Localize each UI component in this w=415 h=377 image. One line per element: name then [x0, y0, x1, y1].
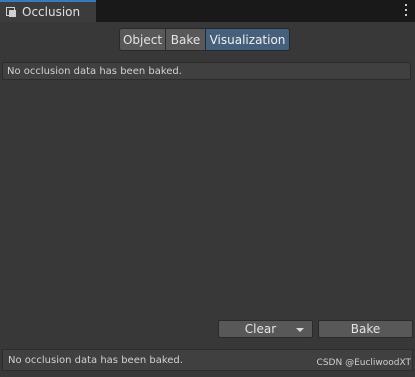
status-message: No occlusion data has been baked.: [8, 354, 183, 366]
help-message-text: No occlusion data has been baked.: [7, 65, 182, 77]
kebab-menu-icon[interactable]: [403, 2, 409, 18]
window-tab-occlusion[interactable]: Occlusion: [0, 0, 96, 22]
help-message-box: No occlusion data has been baked.: [2, 62, 411, 80]
occlusion-window-icon: [6, 7, 16, 17]
mode-toolbar: Object Bake Visualization: [119, 28, 290, 51]
tab-bake[interactable]: Bake: [165, 28, 205, 51]
caret-down-icon: [296, 328, 304, 332]
tab-visualization[interactable]: Visualization: [205, 28, 290, 51]
bake-button[interactable]: Bake: [318, 320, 413, 338]
window-titlebar: Occlusion: [0, 0, 415, 22]
clear-dropdown-button[interactable]: Clear: [218, 320, 313, 338]
tab-object[interactable]: Object: [119, 28, 165, 51]
window-tab-title: Occlusion: [22, 5, 81, 19]
watermark-text: CSDN @EucliwoodXT: [316, 358, 411, 368]
bake-button-label: Bake: [350, 322, 381, 336]
clear-button-label: Clear: [244, 322, 277, 336]
